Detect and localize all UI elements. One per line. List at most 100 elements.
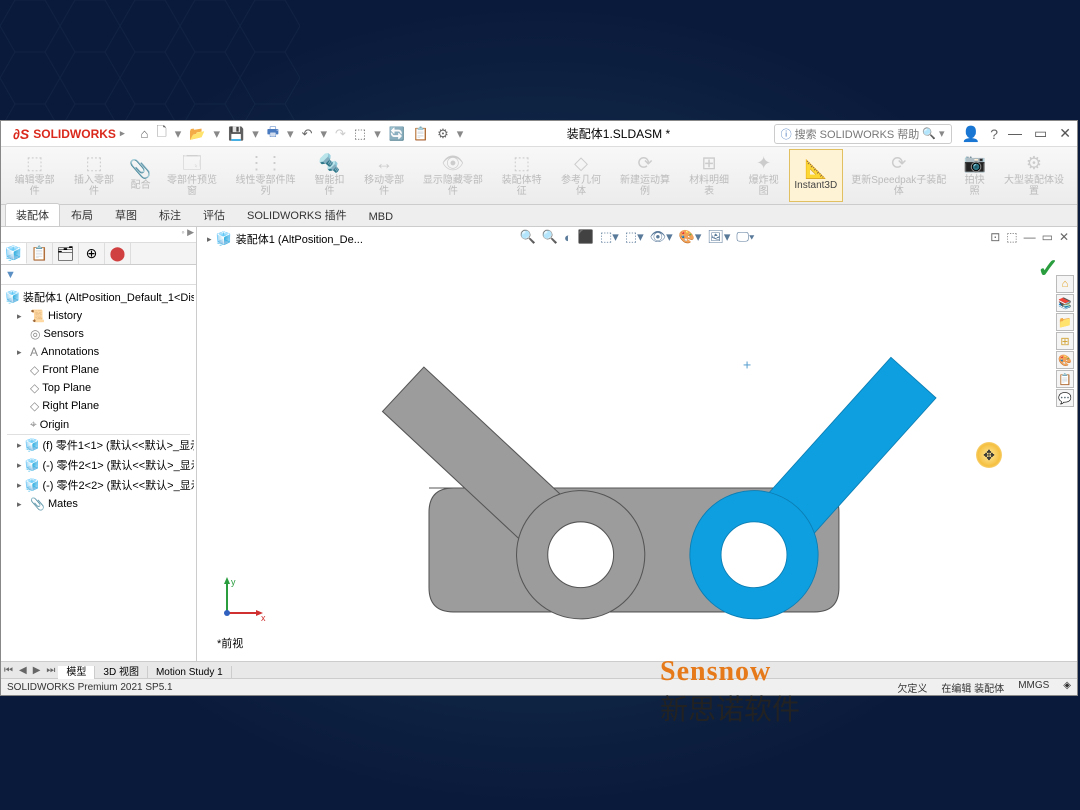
- command-tab-4[interactable]: 评估: [192, 203, 236, 226]
- command-tab-strip: 装配体布局草图标注评估SOLIDWORKS 插件MBD: [1, 205, 1077, 227]
- tree-item-9[interactable]: ▸🧊(-) 零件2<2> (默认<<默认>_显示状: [3, 475, 194, 495]
- section-view-icon[interactable]: ⬛: [578, 229, 594, 245]
- close-button[interactable]: ✕: [1059, 125, 1071, 142]
- select-icon[interactable]: ⬚: [354, 126, 366, 142]
- display-manager-tab[interactable]: ⬤: [105, 243, 131, 264]
- bottom-tab-1[interactable]: 3D 视图: [95, 666, 148, 679]
- dimxpert-tab[interactable]: ⊕: [79, 243, 105, 264]
- ribbon-button-11[interactable]: ⊞材料明细表: [679, 149, 738, 202]
- view-settings-icon[interactable]: 🖵▾: [736, 229, 754, 245]
- ribbon-button-12[interactable]: ✦爆炸视图: [739, 149, 789, 202]
- search-box[interactable]: ⓘ 搜索 SOLIDWORKS 帮助 🔍 ▾: [774, 124, 952, 144]
- tree-item-5[interactable]: ◇Right Plane: [3, 397, 194, 415]
- panel-collapse-icon[interactable]: ◦ ▶: [181, 227, 194, 242]
- tree-item-1[interactable]: ◎Sensors: [3, 325, 194, 343]
- tree-item-0[interactable]: ▸📜History: [3, 307, 194, 325]
- command-tab-6[interactable]: MBD: [358, 207, 404, 226]
- ribbon-button-14[interactable]: ⟳更新Speedpak子装配体: [843, 149, 954, 202]
- vp-min-icon[interactable]: —: [1024, 230, 1036, 244]
- print-icon[interactable]: 🖶: [267, 123, 279, 145]
- ribbon-icon-7: 👁: [441, 154, 464, 174]
- display-style-icon[interactable]: ⬚▾: [625, 229, 644, 245]
- command-tab-1[interactable]: 布局: [60, 203, 104, 226]
- tab-next-icon[interactable]: ▶: [30, 665, 44, 676]
- tree-root[interactable]: 🧊 装配体1 (AltPosition_Default_1<Displ: [3, 287, 194, 307]
- maximize-button[interactable]: ▭: [1034, 125, 1047, 142]
- ds-logo-icon: ∂S: [13, 126, 29, 142]
- options-icon[interactable]: 📋: [413, 126, 429, 142]
- ribbon-icon-6: ↔: [375, 154, 393, 174]
- vp-resize-icon[interactable]: ▭: [1042, 230, 1053, 244]
- tab-prev-icon[interactable]: ◀: [16, 665, 30, 676]
- ribbon-button-9[interactable]: ◇参考几何体: [551, 149, 610, 202]
- ribbon-button-3[interactable]: 🗔零部件预览窗: [158, 149, 227, 202]
- ribbon-label-0: 编辑零部件: [11, 175, 58, 197]
- ribbon-button-10[interactable]: ⟳新建运动算例: [611, 149, 680, 202]
- bottom-tab-0[interactable]: 模型: [58, 666, 95, 679]
- command-tab-3[interactable]: 标注: [148, 203, 192, 226]
- redo-icon[interactable]: ↷: [335, 126, 346, 142]
- apply-scene-icon[interactable]: 🖼▾: [707, 229, 730, 245]
- vp-restore-icon[interactable]: ⊡: [990, 230, 1000, 244]
- filter-icon[interactable]: ▼: [5, 269, 16, 281]
- bottom-tab-2[interactable]: Motion Study 1: [148, 666, 232, 679]
- ribbon-button-1[interactable]: ⬚插入零部件: [64, 149, 123, 202]
- undo-icon[interactable]: ↶: [302, 126, 313, 142]
- ribbon-button-16[interactable]: ⚙大型装配体设置: [995, 149, 1073, 202]
- command-tab-0[interactable]: 装配体: [5, 203, 60, 226]
- breadcrumb[interactable]: ▸ 🧊 装配体1 (AltPosition_De...: [207, 231, 363, 247]
- vp-close-icon[interactable]: ✕: [1059, 230, 1069, 244]
- view-triad: y x: [217, 573, 267, 623]
- save-icon[interactable]: 💾: [228, 126, 244, 142]
- feature-manager-tab[interactable]: 🧊: [1, 243, 27, 264]
- new-icon[interactable]: 🗋: [156, 123, 166, 145]
- ribbon-icon-4: ⋮⋮: [248, 154, 284, 174]
- ribbon-button-8[interactable]: ⬚装配体特征: [492, 149, 551, 202]
- command-tab-5[interactable]: SOLIDWORKS 插件: [236, 203, 358, 226]
- tree-item-label: Origin: [40, 419, 69, 431]
- tree-item-6[interactable]: ⌖Origin: [3, 415, 194, 434]
- ribbon-button-5[interactable]: 🔩智能扣件: [305, 149, 355, 202]
- ribbon-button-4[interactable]: ⋮⋮线性零部件阵列: [226, 149, 304, 202]
- property-manager-tab[interactable]: 📋: [27, 243, 53, 264]
- tab-first-icon[interactable]: ⏮: [1, 665, 16, 676]
- ribbon-icon-12: ✦: [756, 154, 771, 174]
- tree-item-7[interactable]: ▸🧊(f) 零件1<1> (默认<<默认>_显示状: [3, 435, 194, 455]
- tree-item-10[interactable]: ▸📎Mates: [3, 495, 194, 513]
- command-tab-2[interactable]: 草图: [104, 203, 148, 226]
- ribbon-label-2: 配合: [131, 180, 151, 191]
- home-icon[interactable]: ⌂: [140, 126, 148, 141]
- user-icon[interactable]: 👤: [962, 125, 981, 143]
- ribbon-icon-2: 📎: [129, 160, 151, 180]
- hide-show-icon[interactable]: 👁▾: [650, 229, 673, 245]
- settings-icon[interactable]: ⚙: [437, 126, 449, 142]
- vp-max-icon[interactable]: ⬚: [1006, 230, 1017, 244]
- help-icon[interactable]: ?: [990, 126, 998, 142]
- app-logo[interactable]: ∂S SOLIDWORKS ▸: [7, 126, 130, 142]
- status-units[interactable]: MMGS: [1018, 680, 1049, 695]
- edit-appearance-icon[interactable]: 🎨▾: [679, 229, 702, 245]
- tree-item-8[interactable]: ▸🧊(-) 零件2<1> (默认<<默认>_显示状: [3, 455, 194, 475]
- tree-item-2[interactable]: ▸AAnnotations: [3, 343, 194, 361]
- ribbon-icon-9: ◇: [574, 154, 588, 174]
- rebuild-icon[interactable]: 🔄: [389, 126, 405, 142]
- minimize-button[interactable]: —: [1008, 125, 1022, 142]
- zoom-area-icon[interactable]: 🔍: [542, 229, 558, 245]
- status-gear-icon[interactable]: ◈: [1063, 680, 1071, 695]
- ribbon-button-13[interactable]: 📐Instant3D: [789, 149, 844, 202]
- status-bar: SOLIDWORKS Premium 2021 SP5.1 欠定义 在编辑 装配…: [1, 678, 1077, 695]
- view-orient-icon[interactable]: ⬚▾: [600, 229, 619, 245]
- ribbon-button-15[interactable]: 📷拍快照: [954, 149, 994, 202]
- config-manager-tab[interactable]: 🗂: [53, 243, 79, 264]
- prev-view-icon[interactable]: ◐: [564, 230, 572, 245]
- graphics-viewport[interactable]: ▸ 🧊 装配体1 (AltPosition_De... ⊡ ⬚ — ▭ ✕ 🔍 …: [197, 227, 1077, 661]
- ribbon-button-7[interactable]: 👁显示隐藏零部件: [414, 149, 492, 202]
- open-icon[interactable]: 📂: [189, 126, 205, 142]
- tree-item-3[interactable]: ◇Front Plane: [3, 361, 194, 379]
- ribbon-button-0[interactable]: ⬚编辑零部件: [5, 149, 64, 202]
- tab-last-icon[interactable]: ⏭: [43, 665, 58, 676]
- zoom-fit-icon[interactable]: 🔍: [520, 229, 536, 245]
- tree-item-4[interactable]: ◇Top Plane: [3, 379, 194, 397]
- ribbon-button-2[interactable]: 📎配合: [124, 149, 158, 202]
- ribbon-button-6[interactable]: ↔移动零部件: [354, 149, 413, 202]
